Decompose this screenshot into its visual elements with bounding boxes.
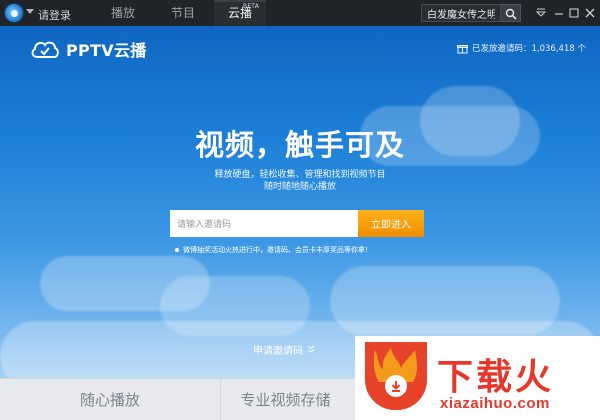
menu-button[interactable] xyxy=(534,6,548,20)
notice-text: 微博抽奖活动火热进行中，邀请码、会员卡丰厚奖品等你拿！ xyxy=(183,246,372,254)
close-button[interactable] xyxy=(583,6,597,20)
cloud-play-logo-icon xyxy=(31,41,59,58)
pptv-logo-icon[interactable] xyxy=(4,3,24,23)
feature-play-freely: 随心播放 xyxy=(79,391,140,409)
search-input[interactable] xyxy=(421,4,501,22)
invites-count-label: 已发放邀请码：1,036,418 个 xyxy=(472,44,586,54)
bullet-icon xyxy=(175,248,179,252)
watermark-url: xiazaihuo.com xyxy=(440,395,550,412)
maximize-icon xyxy=(569,8,579,18)
weibo-notice: 微博抽奖活动火热进行中，邀请码、会员卡丰厚奖品等你拿！ xyxy=(175,244,372,256)
apply-invite-code-link[interactable]: 申请邀请码 xyxy=(253,343,315,357)
tab-play[interactable]: 播放 xyxy=(98,0,148,26)
main-tabs: 播放 节目 云播 BETA xyxy=(98,0,266,26)
close-icon xyxy=(585,8,595,18)
headline: 视频，触手可及 xyxy=(194,128,405,162)
tab-cloud-play[interactable]: 云播 BETA xyxy=(214,0,266,26)
maximize-button[interactable] xyxy=(567,6,581,20)
tab-programs[interactable]: 节目 xyxy=(158,0,208,26)
minimize-icon xyxy=(555,13,563,15)
beta-badge: BETA xyxy=(243,3,260,10)
gift-icon xyxy=(457,44,468,53)
minimize-button[interactable] xyxy=(552,6,566,20)
brand: PPTV云播 xyxy=(30,36,147,62)
enter-now-button[interactable]: 立即进入 xyxy=(358,210,424,237)
login-link[interactable]: 请登录 xyxy=(38,7,71,23)
search-button[interactable] xyxy=(501,4,521,22)
menu-icon xyxy=(535,8,547,17)
double-chevron-down-icon xyxy=(307,345,315,353)
watermark-logo xyxy=(365,342,427,410)
invite-code-input[interactable] xyxy=(170,210,360,237)
feature-pro-storage: 专业视频存储 xyxy=(220,379,350,420)
apply-invite-code-label: 申请邀请码 xyxy=(253,345,303,357)
download-icon xyxy=(385,375,407,397)
subline-2: 随时随地随心播放 xyxy=(263,182,336,192)
xiazaihuo-watermark: 下载火 xiazaihuo.com xyxy=(355,336,600,420)
brand-name: PPTV云播 xyxy=(66,41,147,60)
invites-issued: 已发放邀请码：1,036,418 个 xyxy=(457,41,586,55)
search-icon xyxy=(505,8,517,20)
watermark-title: 下载火 xyxy=(437,357,555,398)
chevron-down-icon[interactable] xyxy=(26,9,34,14)
title-bar: 请登录 播放 节目 云播 BETA xyxy=(0,0,600,26)
